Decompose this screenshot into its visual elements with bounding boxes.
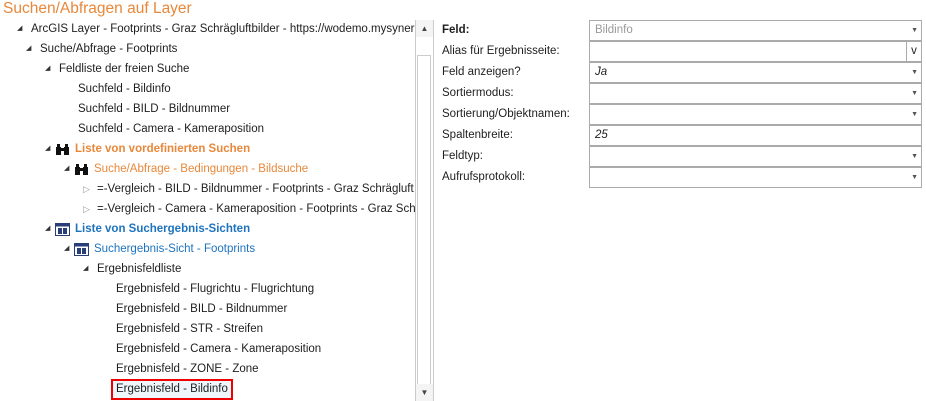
prop-row-sortmode: Sortiermodus: ▼ xyxy=(442,83,923,104)
alias-expand-button[interactable]: v xyxy=(906,42,921,61)
tree-node-result-list[interactable]: ◢ Ergebnisfeldliste xyxy=(83,259,181,279)
binoculars-icon xyxy=(55,143,70,156)
tree-node-condition[interactable]: ▷ =-Vergleich - Camera - Kameraposition -… xyxy=(83,199,416,219)
binoculars-icon xyxy=(74,163,89,176)
node-label: =-Vergleich - Camera - Kameraposition - … xyxy=(97,203,416,215)
tree-node-layer[interactable]: ◢ ArcGIS Layer - Footprints - Graz Schräg… xyxy=(17,19,429,39)
prop-label: Spaltenbreite: xyxy=(442,129,513,141)
node-label: Ergebnisfeld - Camera - Kameraposition xyxy=(116,343,322,355)
tree-node-free-list[interactable]: ◢ Feldliste der freien Suche xyxy=(45,59,189,79)
prop-row-show: Feld anzeigen? Ja ▼ xyxy=(442,62,923,83)
dropdown-arrow-icon[interactable]: ▼ xyxy=(911,105,918,124)
table-view-icon xyxy=(55,222,70,236)
collapsed-icon[interactable]: ▷ xyxy=(83,179,93,199)
node-label: =-Vergleich - BILD - Bildnummer - Footpr… xyxy=(97,183,414,195)
prop-label: Feld: xyxy=(442,24,470,36)
expand-icon[interactable]: ◢ xyxy=(64,239,74,259)
dropdown-arrow-icon[interactable]: ▼ xyxy=(911,147,918,166)
node-label: Ergebnisfeld - BILD - Bildnummer xyxy=(116,303,288,315)
dropdown-arrow-icon[interactable]: ▼ xyxy=(911,84,918,103)
node-label: Feldliste der freien Suche xyxy=(59,63,190,75)
tree-node-result-field[interactable]: Ergebnisfeld - BILD - Bildnummer xyxy=(116,299,287,319)
prop-row-width: Spaltenbreite: 25 xyxy=(442,125,923,146)
tree-view[interactable]: ◢ ArcGIS Layer - Footprints - Graz Schräg… xyxy=(0,19,429,401)
scroll-thumb[interactable] xyxy=(417,55,431,385)
expand-icon[interactable]: ◢ xyxy=(26,39,36,59)
prop-row-feld: Feld: Bildinfo ▼ xyxy=(442,20,923,41)
tree-node-result-field[interactable]: Ergebnisfeld - Camera - Kameraposition xyxy=(116,339,321,359)
aufrufsprotokoll-select[interactable]: ▼ xyxy=(589,167,922,188)
prop-row-protocol: Aufrufsprotokoll: ▼ xyxy=(442,167,923,188)
prop-label: Sortierung/Objektnamen: xyxy=(442,108,570,120)
prop-row-type: Feldtyp: ▼ xyxy=(442,146,923,167)
scroll-up-button[interactable]: ▲ xyxy=(416,20,433,37)
node-label: Ergebnisfeld - Bildinfo xyxy=(111,378,233,400)
expand-icon[interactable]: ◢ xyxy=(17,19,27,39)
expand-icon[interactable]: ◢ xyxy=(45,59,55,79)
node-label: Ergebnisfeldliste xyxy=(97,263,182,275)
sortierung-select[interactable]: ▼ xyxy=(589,104,922,125)
tree-node-free-field[interactable]: Suchfeld - Camera - Kameraposition xyxy=(78,119,264,139)
tree-node-views[interactable]: ◢ Liste von Suchergebnis-Sichten xyxy=(45,219,250,239)
dropdown-arrow-icon: ▼ xyxy=(911,27,918,34)
tree-node-free-field[interactable]: Suchfeld - BILD - Bildnummer xyxy=(78,99,230,119)
scroll-down-button[interactable]: ▼ xyxy=(416,384,433,401)
tree-node-result-field[interactable]: Ergebnisfeld - Flugrichtu - Flugrichtung xyxy=(116,279,314,299)
node-label: Suchfeld - BILD - Bildnummer xyxy=(78,103,231,115)
tree-node-predefined[interactable]: ◢ Liste von vordefinierten Suchen xyxy=(45,139,250,159)
prop-label: Feldtyp: xyxy=(442,150,483,162)
node-label: ArcGIS Layer - Footprints - Graz Schrägl… xyxy=(31,23,430,35)
node-label: Ergebnisfeld - STR - Streifen xyxy=(116,323,264,335)
page-title: Suchen/Abfragen auf Layer xyxy=(3,0,192,17)
spaltenbreite-input[interactable]: 25 xyxy=(589,125,922,146)
node-label: Liste von Suchergebnis-Sichten xyxy=(75,223,251,235)
prop-label: Feld anzeigen? xyxy=(442,66,521,78)
field-value: 25 xyxy=(595,129,608,141)
prop-label: Sortiermodus: xyxy=(442,87,514,99)
node-label: Suche/Abfrage - Bedingungen - Bildsuche xyxy=(94,163,309,175)
tree-node-view-item[interactable]: ◢ Suchergebnis-Sicht - Footprints xyxy=(64,239,255,259)
node-label: Suchergebnis-Sicht - Footprints xyxy=(94,243,256,255)
prop-row-sortobj: Sortierung/Objektnamen: ▼ xyxy=(442,104,923,125)
node-label: Ergebnisfeld - Flugrichtu - Flugrichtung xyxy=(116,283,315,295)
dropdown-arrow-icon[interactable]: ▼ xyxy=(911,63,918,82)
field-value: Ja xyxy=(595,66,608,78)
prop-label: Aufrufsprotokoll: xyxy=(442,171,526,183)
node-label: Suchfeld - Bildinfo xyxy=(78,83,171,95)
expand-icon[interactable]: ◢ xyxy=(45,139,55,159)
tree-node-search[interactable]: ◢ Suche/Abfrage - Footprints xyxy=(26,39,177,59)
tree-node-free-field[interactable]: Suchfeld - Bildinfo xyxy=(78,79,171,99)
tree-node-predefined-item[interactable]: ◢ Suche/Abfrage - Bedingungen - Bildsuche xyxy=(64,159,308,179)
node-label: Ergebnisfeld - ZONE - Zone xyxy=(116,363,259,375)
feld-anzeigen-select[interactable]: Ja ▼ xyxy=(589,62,922,83)
sortiermodus-select[interactable]: ▼ xyxy=(589,83,922,104)
node-label: Suche/Abfrage - Footprints xyxy=(40,43,178,55)
field-value: Bildinfo xyxy=(595,24,633,36)
tree-node-result-field-selected[interactable]: Ergebnisfeld - Bildinfo xyxy=(111,378,233,400)
alias-input[interactable]: v xyxy=(589,41,922,62)
tree-scrollbar[interactable]: ▲ ▼ xyxy=(415,20,434,401)
node-label: Suchfeld - Camera - Kameraposition xyxy=(78,123,264,135)
expand-icon[interactable]: ◢ xyxy=(64,159,74,179)
table-view-icon xyxy=(74,242,89,256)
feldtyp-select[interactable]: ▼ xyxy=(589,146,922,167)
tree-node-result-field[interactable]: Ergebnisfeld - ZONE - Zone xyxy=(116,359,259,379)
prop-label: Alias für Ergebnisseite: xyxy=(442,45,560,57)
dropdown-arrow-icon[interactable]: ▼ xyxy=(911,168,918,187)
feld-select: Bildinfo ▼ xyxy=(589,20,922,41)
prop-row-alias: Alias für Ergebnisseite: v xyxy=(442,41,923,62)
collapsed-icon[interactable]: ▷ xyxy=(83,199,93,219)
tree-node-result-field[interactable]: Ergebnisfeld - STR - Streifen xyxy=(116,319,263,339)
expand-icon[interactable]: ◢ xyxy=(45,219,55,239)
tree-node-condition[interactable]: ▷ =-Vergleich - BILD - Bildnummer - Footp… xyxy=(83,179,414,199)
node-label: Liste von vordefinierten Suchen xyxy=(75,143,251,155)
expand-icon[interactable]: ◢ xyxy=(83,259,93,279)
